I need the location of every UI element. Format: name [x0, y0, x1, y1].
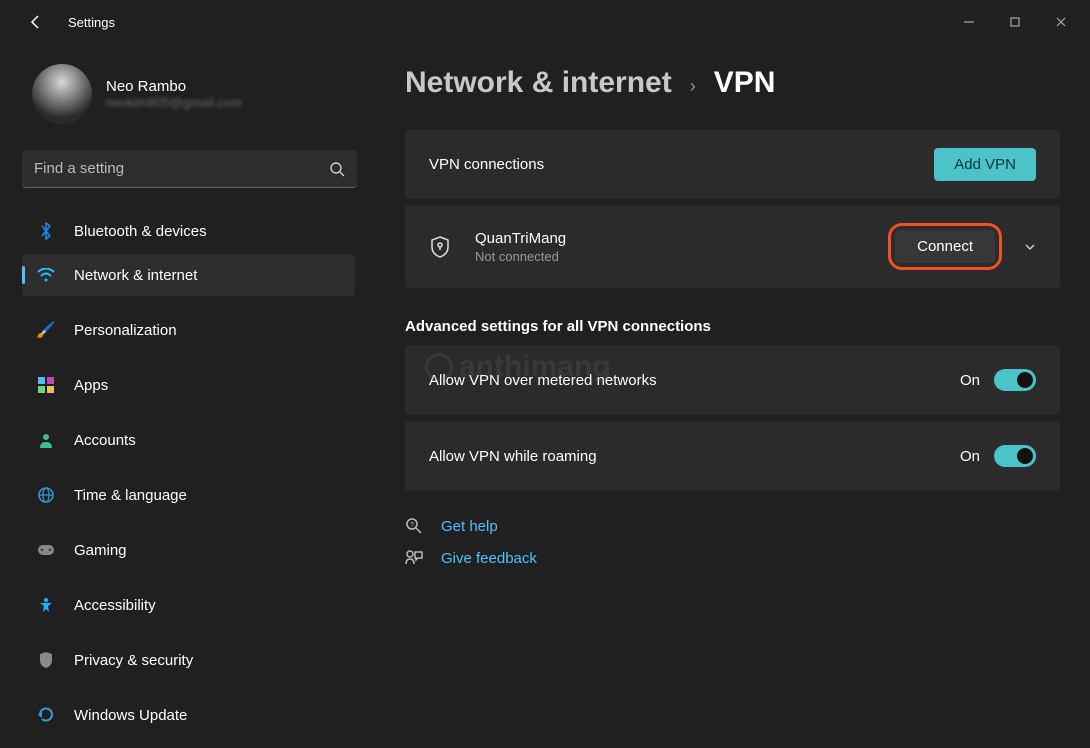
- help-icon: ?: [405, 517, 423, 535]
- user-name: Neo Rambo: [106, 78, 242, 95]
- vpn-status: Not connected: [475, 249, 566, 264]
- nav-list: Bluetooth & devices Network & internet 🖌…: [22, 210, 355, 736]
- bluetooth-icon: [36, 221, 56, 241]
- breadcrumb: Network & internet › VPN: [405, 66, 1060, 100]
- person-icon: [36, 430, 56, 450]
- search-icon: [329, 161, 345, 177]
- svg-text:?: ?: [410, 522, 414, 529]
- page-title: VPN: [714, 66, 776, 100]
- nav-label: Bluetooth & devices: [74, 223, 207, 240]
- avatar: [32, 64, 92, 124]
- nav-accounts[interactable]: Accounts: [22, 419, 355, 461]
- window-controls: [946, 7, 1084, 37]
- shield-icon: [36, 650, 56, 670]
- advanced-header: Advanced settings for all VPN connection…: [405, 318, 1060, 335]
- get-help-link[interactable]: ? Get help: [405, 517, 1060, 535]
- nav-bluetooth[interactable]: Bluetooth & devices: [22, 210, 355, 252]
- user-profile[interactable]: Neo Rambo neokim805@gmail.com: [22, 64, 355, 124]
- nav-label: Privacy & security: [74, 652, 193, 669]
- nav-windows-update[interactable]: Windows Update: [22, 694, 355, 736]
- give-feedback-link[interactable]: Give feedback: [405, 549, 1060, 567]
- brush-icon: 🖌️: [36, 320, 56, 340]
- add-vpn-button[interactable]: Add VPN: [934, 148, 1036, 181]
- nav-label: Network & internet: [74, 267, 197, 284]
- nav-label: Accessibility: [74, 597, 156, 614]
- user-email: neokim805@gmail.com: [106, 95, 242, 110]
- search-input-wrap[interactable]: [22, 150, 357, 188]
- nav-time-language[interactable]: Time & language: [22, 474, 355, 516]
- toggle-state: On: [960, 372, 980, 389]
- sidebar: Neo Rambo neokim805@gmail.com Bluetooth …: [0, 44, 365, 748]
- nav-label: Personalization: [74, 322, 177, 339]
- titlebar: Settings: [0, 0, 1090, 44]
- apps-icon: [36, 375, 56, 395]
- nav-label: Accounts: [74, 432, 136, 449]
- gamepad-icon: [36, 540, 56, 560]
- update-icon: [36, 705, 56, 725]
- nav-label: Gaming: [74, 542, 127, 559]
- nav-apps[interactable]: Apps: [22, 364, 355, 406]
- vpn-shield-icon: [429, 236, 451, 258]
- toggle-metered: Allow VPN over metered networks On: [405, 345, 1060, 415]
- nav-gaming[interactable]: Gaming: [22, 529, 355, 571]
- link-label: Give feedback: [441, 550, 537, 567]
- globe-icon: [36, 485, 56, 505]
- toggle-switch[interactable]: [994, 445, 1036, 467]
- nav-label: Windows Update: [74, 707, 187, 724]
- minimize-button[interactable]: [946, 7, 992, 37]
- link-label: Get help: [441, 518, 498, 535]
- toggle-switch[interactable]: [994, 369, 1036, 391]
- vpn-connections-label: VPN connections: [429, 156, 544, 173]
- vpn-item-card: QuanTriMang Not connected Connect: [405, 205, 1060, 288]
- back-button[interactable]: [20, 7, 50, 37]
- nav-label: Apps: [74, 377, 108, 394]
- wifi-icon: [36, 265, 56, 285]
- chevron-right-icon: ›: [690, 76, 696, 97]
- toggle-label: Allow VPN over metered networks: [429, 372, 657, 389]
- vpn-name: QuanTriMang: [475, 230, 566, 247]
- feedback-icon: [405, 549, 423, 567]
- connect-highlight: Connect: [888, 223, 1002, 270]
- nav-personalization[interactable]: 🖌️ Personalization: [22, 309, 355, 351]
- nav-network[interactable]: Network & internet: [22, 254, 355, 296]
- vpn-connections-card: VPN connections Add VPN: [405, 130, 1060, 199]
- accessibility-icon: [36, 595, 56, 615]
- nav-privacy[interactable]: Privacy & security: [22, 639, 355, 681]
- content-area: Network & internet › VPN VPN connections…: [365, 44, 1090, 748]
- app-title: Settings: [68, 15, 115, 30]
- nav-label: Time & language: [74, 487, 187, 504]
- connect-button[interactable]: Connect: [895, 230, 995, 263]
- maximize-button[interactable]: [992, 7, 1038, 37]
- close-button[interactable]: [1038, 7, 1084, 37]
- toggle-roaming: Allow VPN while roaming On: [405, 421, 1060, 491]
- chevron-down-icon[interactable]: [1020, 237, 1040, 257]
- search-input[interactable]: [34, 160, 329, 177]
- breadcrumb-parent[interactable]: Network & internet: [405, 66, 672, 100]
- toggle-state: On: [960, 448, 980, 465]
- nav-accessibility[interactable]: Accessibility: [22, 584, 355, 626]
- toggle-label: Allow VPN while roaming: [429, 448, 597, 465]
